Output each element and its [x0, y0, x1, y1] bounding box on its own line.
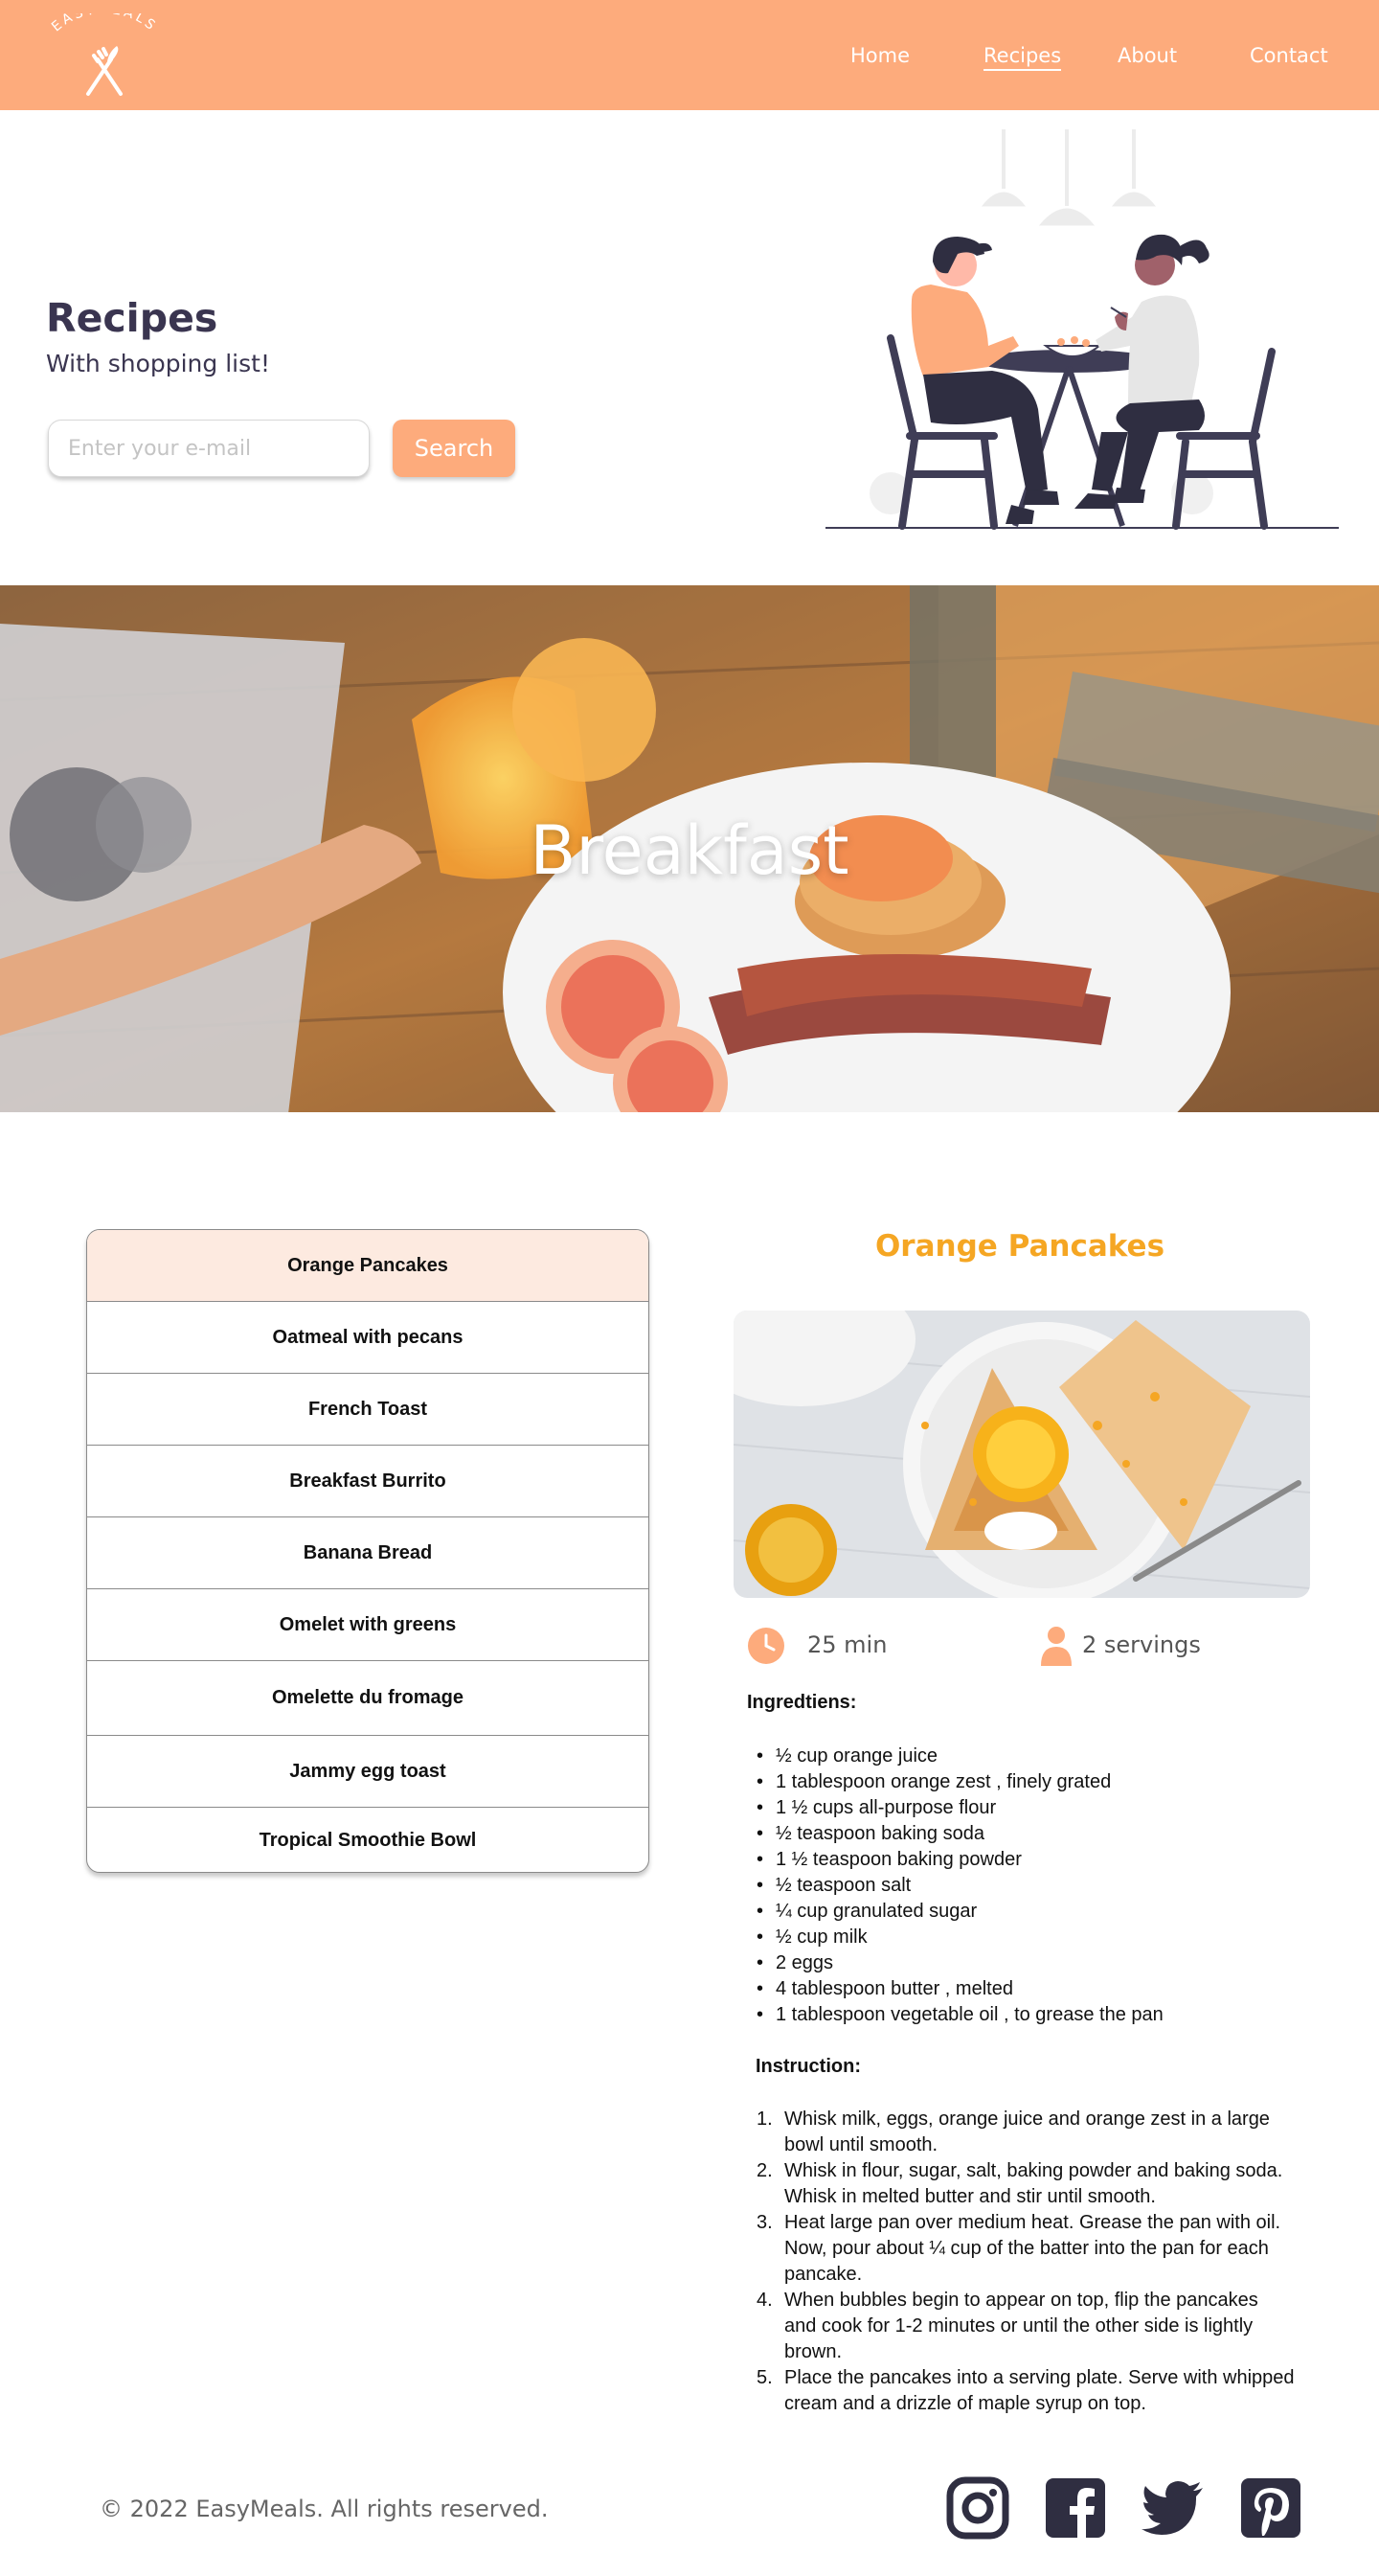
category-banner: Breakfast [0, 585, 1379, 1112]
instruction-step: 4. When bubbles begin to appear on top, … [757, 2288, 1322, 2365]
recipe-item-jammy-egg-toast[interactable]: Jammy egg toast [87, 1736, 648, 1808]
step-number: 2. [757, 2160, 773, 2181]
ingredient-item: 1 tablespoon vegetable oil , to grease t… [757, 2002, 1293, 2028]
ingredient-item: ½ teaspoon salt [757, 1873, 1293, 1899]
recipe-item-omelet-with-greens[interactable]: Omelet with greens [87, 1589, 648, 1661]
servings: 2 servings [1082, 1631, 1201, 1658]
recipe-item-french-toast[interactable]: French Toast [87, 1374, 648, 1446]
step-number: 4. [757, 2290, 773, 2311]
nav-about[interactable]: About [1118, 44, 1177, 67]
clock-icon [748, 1628, 784, 1664]
step-line: Whisk in melted butter and stir until sm… [784, 2186, 1156, 2207]
instruction-step: 1. Whisk milk, eggs, orange juice and or… [757, 2107, 1322, 2158]
facebook-icon[interactable] [1044, 2476, 1107, 2540]
step-number: 5. [757, 2367, 773, 2388]
instructions-list: 1. Whisk milk, eggs, orange juice and or… [757, 2107, 1322, 2417]
person-icon [1041, 1627, 1072, 1666]
banner-title: Breakfast [530, 811, 849, 890]
instruction-step: 2. Whisk in flour, sugar, salt, baking p… [757, 2158, 1322, 2210]
svg-text:EASYMEALS: EASYMEALS [49, 13, 160, 34]
copyright-text: © 2022 EasyMeals. All rights reserved. [100, 2496, 549, 2522]
step-line: Place the pancakes into a serving plate.… [784, 2367, 1295, 2388]
recipe-list: Orange Pancakes Oatmeal with pecans Fren… [86, 1229, 649, 1873]
step-line: pancake. [784, 2264, 863, 2285]
instructions-heading: Instruction: [756, 2056, 861, 2077]
ingredient-item: 4 tablespoon butter , melted [757, 1976, 1293, 2002]
instruction-step: 3. Heat large pan over medium heat. Grea… [757, 2210, 1322, 2288]
recipe-item-breakfast-burrito[interactable]: Breakfast Burrito [87, 1446, 648, 1517]
step-line: brown. [784, 2341, 843, 2362]
step-line: bowl until smooth. [784, 2134, 938, 2155]
recipe-photo [734, 1311, 1310, 1598]
ingredient-item: 1 tablespoon orange zest , finely grated [757, 1769, 1293, 1795]
step-line: Whisk in flour, sugar, salt, baking powd… [784, 2160, 1283, 2181]
step-line: cream and a drizzle of maple syrup on to… [784, 2393, 1146, 2414]
step-line: When bubbles begin to appear on top, fli… [784, 2290, 1258, 2311]
search-button[interactable]: Search [393, 420, 515, 477]
page-title: Recipes [46, 295, 218, 341]
ingredients-heading: Ingredtiens: [747, 1692, 857, 1713]
recipe-item-oatmeal-with-pecans[interactable]: Oatmeal with pecans [87, 1302, 648, 1374]
ingredients-list: ½ cup orange juice 1 tablespoon orange z… [757, 1744, 1293, 2028]
pinterest-icon[interactable] [1239, 2476, 1302, 2540]
step-line: Whisk milk, eggs, orange juice and orang… [784, 2109, 1270, 2130]
ingredient-item: ¼ cup granulated sugar [757, 1899, 1293, 1925]
step-line: Heat large pan over medium heat. Grease … [784, 2212, 1281, 2233]
step-line: and cook for 1-2 minutes or until the ot… [784, 2315, 1254, 2337]
ingredient-item: 1 ½ teaspoon baking powder [757, 1847, 1293, 1873]
instruction-step: 5. Place the pancakes into a serving pla… [757, 2365, 1322, 2417]
site-header: EASYMEALS Home Recipes About Contact [0, 0, 1379, 110]
ingredient-item: 1 ½ cups all-purpose flour [757, 1795, 1293, 1821]
ingredient-item: ½ cup milk [757, 1925, 1293, 1950]
ingredient-item: 2 eggs [757, 1950, 1293, 1976]
ingredient-item: ½ cup orange juice [757, 1744, 1293, 1769]
cafe-couple-illustration [825, 129, 1339, 530]
nav-contact[interactable]: Contact [1250, 44, 1328, 67]
cook-time: 25 min [807, 1631, 888, 1658]
main-nav: Home Recipes About Contact [804, 44, 1379, 73]
ingredient-item: ½ teaspoon baking soda [757, 1821, 1293, 1847]
nav-recipes[interactable]: Recipes [983, 44, 1062, 71]
orange-pancakes-image [734, 1311, 1310, 1598]
nav-home[interactable]: Home [850, 44, 910, 67]
page-subtitle: With shopping list! [46, 350, 270, 377]
recipe-item-banana-bread[interactable]: Banana Bread [87, 1517, 648, 1589]
recipe-item-orange-pancakes[interactable]: Orange Pancakes [87, 1230, 648, 1302]
step-number: 1. [757, 2109, 773, 2130]
recipe-title: Orange Pancakes [874, 1229, 1165, 1264]
instagram-icon[interactable] [946, 2476, 1009, 2540]
easymeals-logo[interactable]: EASYMEALS [34, 13, 174, 100]
recipe-item-tropical-smoothie-bowl[interactable]: Tropical Smoothie Bowl [87, 1808, 648, 1872]
email-input[interactable] [48, 420, 370, 477]
twitter-icon[interactable] [1142, 2476, 1205, 2540]
step-line: Now, pour about ¼ cup of the batter into… [784, 2238, 1269, 2259]
step-number: 3. [757, 2212, 773, 2233]
recipe-item-omelette-du-fromage[interactable]: Omelette du fromage [87, 1661, 648, 1736]
